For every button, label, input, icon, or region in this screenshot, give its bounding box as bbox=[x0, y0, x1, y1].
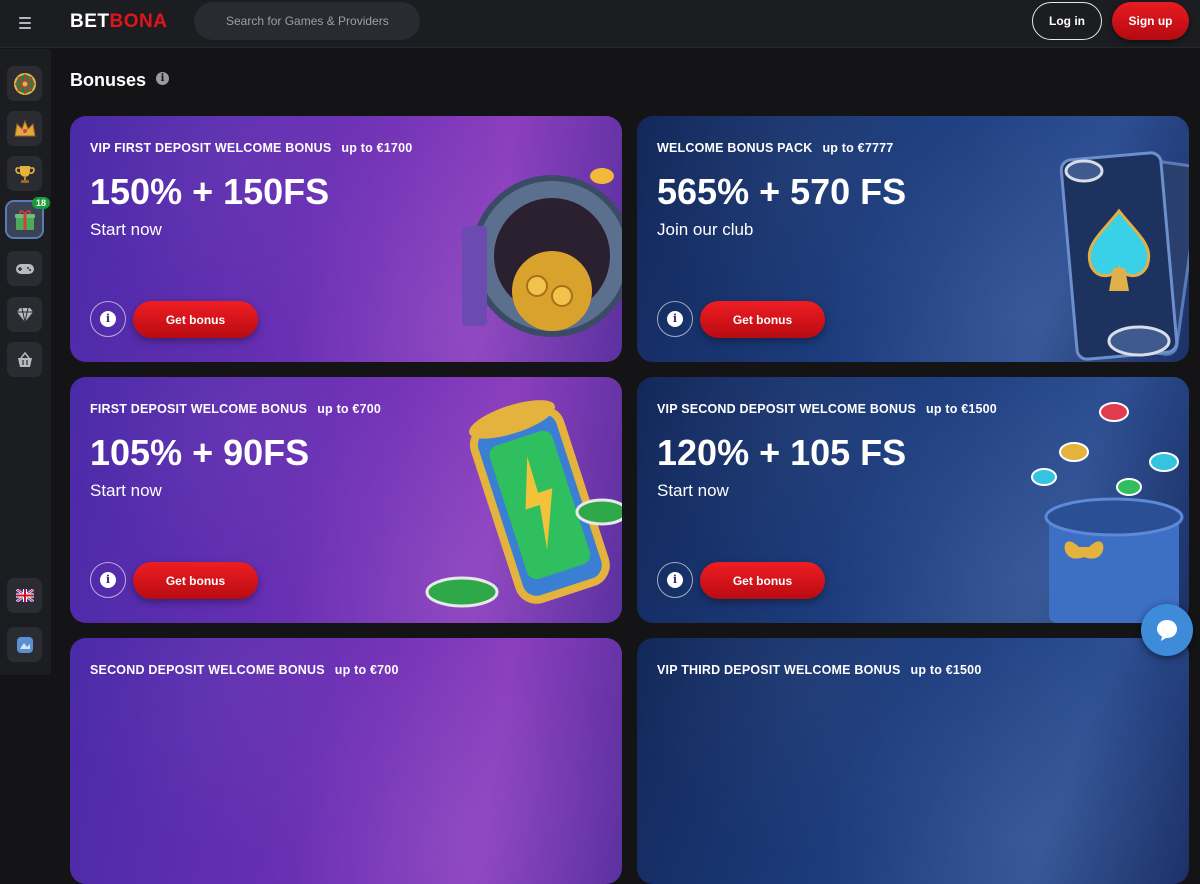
sidebar-item-trophy[interactable] bbox=[7, 156, 42, 191]
sidebar-item-vip[interactable] bbox=[7, 297, 42, 332]
card-info-button[interactable]: i bbox=[90, 301, 126, 337]
sidebar: 18 bbox=[0, 49, 51, 675]
get-bonus-button[interactable]: Get bonus bbox=[133, 562, 258, 599]
card-info-button[interactable]: i bbox=[657, 562, 693, 598]
login-button[interactable]: Log in bbox=[1032, 2, 1102, 40]
hamburger-menu-icon[interactable] bbox=[12, 10, 38, 36]
card-headline: 105% + 90FS bbox=[90, 432, 310, 473]
search-input[interactable] bbox=[194, 2, 420, 40]
card-info-button[interactable]: i bbox=[657, 301, 693, 337]
sidebar-item-wheel[interactable] bbox=[7, 66, 42, 101]
card-subtitle: VIP FIRST DEPOSIT WELCOME BONUS up to €17… bbox=[90, 141, 413, 155]
get-bonus-button[interactable]: Get bonus bbox=[133, 301, 258, 338]
card-cta-text: Start now bbox=[90, 220, 162, 239]
logo-bona-text: BONA bbox=[109, 11, 168, 32]
live-chat-button[interactable] bbox=[1141, 604, 1193, 656]
card-headline: 120% + 105 FS bbox=[657, 432, 907, 473]
card-headline: 150% + 150FS bbox=[90, 171, 330, 212]
card-headline: 565% + 570 FS bbox=[657, 171, 907, 212]
card-cta-text: Start now bbox=[657, 481, 729, 500]
battery-chips-icon bbox=[425, 400, 622, 608]
wheel-icon bbox=[13, 72, 36, 95]
signup-button[interactable]: Sign up bbox=[1112, 2, 1189, 40]
info-icon: i bbox=[667, 572, 683, 588]
logo-bet-text: BET bbox=[70, 11, 110, 32]
card-subtitle: VIP SECOND DEPOSIT WELCOME BONUS up to €1… bbox=[657, 402, 997, 416]
card-subtitle: WELCOME BONUS PACK up to €7777 bbox=[657, 141, 894, 155]
top-header: BETBONA Log in Sign up bbox=[0, 0, 1200, 48]
app-icon bbox=[16, 636, 33, 653]
sidebar-item-crown[interactable] bbox=[7, 111, 42, 146]
card-cta-text: Join our club bbox=[657, 220, 754, 239]
get-bonus-button[interactable]: Get bonus bbox=[700, 562, 825, 599]
card-info-button[interactable]: i bbox=[90, 562, 126, 598]
bonus-card-welcome-pack: WELCOME BONUS PACK up to €7777 565% + 570… bbox=[637, 116, 1189, 362]
gamepad-icon bbox=[15, 263, 34, 274]
info-icon: i bbox=[667, 311, 683, 327]
gift-count-badge: 18 bbox=[31, 197, 50, 209]
uk-flag-icon bbox=[15, 589, 34, 602]
bonus-card-vip-first-deposit: VIP FIRST DEPOSIT WELCOME BONUS up to €17… bbox=[70, 116, 622, 362]
card-cta-text: Start now bbox=[90, 481, 162, 500]
page-title: Bonuses bbox=[70, 70, 147, 90]
betbona-logo[interactable]: BETBONA bbox=[70, 11, 167, 33]
trophy-icon bbox=[14, 165, 35, 183]
sidebar-item-shop[interactable] bbox=[7, 342, 42, 377]
sidebar-item-games[interactable] bbox=[7, 251, 42, 286]
crown-icon bbox=[13, 119, 36, 136]
diamond-icon bbox=[16, 307, 33, 322]
spade-cards-icon bbox=[1059, 151, 1189, 361]
sidebar-item-app[interactable] bbox=[7, 627, 42, 662]
vault-coins-icon bbox=[462, 168, 622, 337]
basket-icon bbox=[17, 351, 32, 367]
sidebar-item-language[interactable] bbox=[7, 578, 42, 613]
gift-box-chips-icon bbox=[1031, 402, 1184, 623]
bonus-card-first-deposit: FIRST DEPOSIT WELCOME BONUS up to €700 10… bbox=[70, 377, 622, 623]
chat-bubble-icon bbox=[1157, 620, 1177, 641]
gift-icon bbox=[14, 209, 35, 230]
info-icon: i bbox=[100, 572, 116, 588]
sidebar-item-gift[interactable]: 18 bbox=[5, 197, 50, 239]
get-bonus-button[interactable]: Get bonus bbox=[700, 301, 825, 338]
bonus-card-vip-second-deposit: VIP SECOND DEPOSIT WELCOME BONUS up to €1… bbox=[637, 377, 1189, 623]
card-subtitle: FIRST DEPOSIT WELCOME BONUS up to €700 bbox=[90, 402, 382, 416]
info-icon[interactable]: i bbox=[156, 72, 169, 85]
info-icon: i bbox=[100, 311, 116, 327]
